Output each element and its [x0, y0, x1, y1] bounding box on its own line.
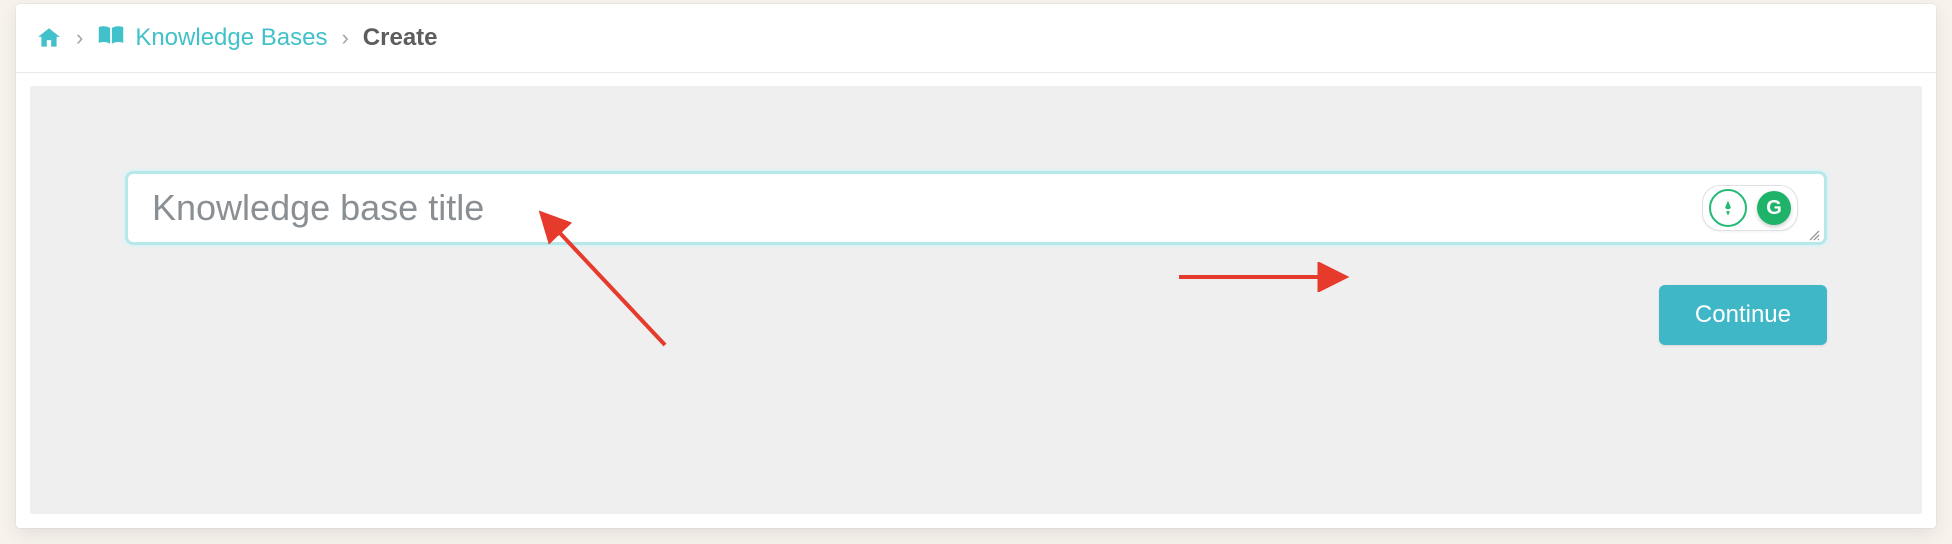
grammarly-glyph: G: [1766, 197, 1782, 220]
continue-button[interactable]: Continue: [1659, 285, 1827, 345]
breadcrumb-kb-label: Knowledge Bases: [135, 24, 327, 52]
breadcrumb: › Knowledge Bases › Create: [16, 4, 1936, 73]
breadcrumb-separator: ›: [341, 25, 348, 51]
breadcrumb-kb-link[interactable]: Knowledge Bases: [97, 24, 327, 53]
breadcrumb-home-link[interactable]: [36, 25, 62, 51]
home-icon: [36, 25, 62, 51]
book-icon: [97, 24, 125, 53]
title-input-wrap: G: [125, 171, 1827, 245]
grammarly-icon[interactable]: G: [1757, 191, 1791, 225]
breadcrumb-current: Create: [363, 24, 438, 52]
textarea-resize-handle[interactable]: [1808, 228, 1820, 240]
writing-assistant-icon[interactable]: [1709, 189, 1747, 227]
kb-title-input[interactable]: [150, 186, 1644, 230]
breadcrumb-separator: ›: [76, 25, 83, 51]
form-panel: G Continue: [30, 86, 1922, 514]
input-extension-badges: G: [1702, 185, 1798, 231]
form-actions: Continue: [125, 285, 1827, 345]
